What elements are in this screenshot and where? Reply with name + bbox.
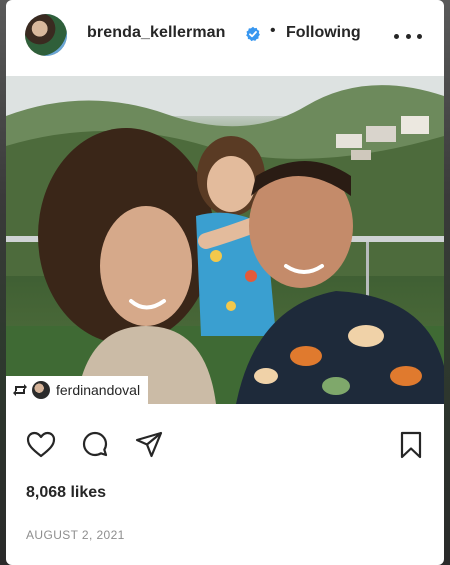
profile-avatar[interactable] [25,14,67,56]
repost-attribution[interactable]: ferdinandoval [6,376,149,404]
heart-icon[interactable] [26,430,56,460]
original-user-avatar [32,381,50,399]
post-photo[interactable] [6,76,444,404]
comment-icon[interactable] [80,430,110,460]
repost-icon [13,384,27,396]
photo-illustration [6,76,444,404]
separator-dot: • [270,22,276,39]
post-date[interactable]: AUGUST 2, 2021 [26,528,125,542]
post-actions [6,420,444,466]
verified-badge-icon [246,26,260,42]
post-card: brenda_kellerman • Following ferdinandov… [6,0,444,565]
send-icon[interactable] [134,430,164,460]
following-button[interactable]: Following [286,24,361,42]
post-header: brenda_kellerman • Following [6,0,444,75]
bookmark-icon[interactable] [396,430,426,460]
avatar-image [25,14,67,56]
username-link[interactable]: brenda_kellerman [87,24,226,42]
likes-count[interactable]: 8,068 likes [26,484,106,502]
original-user-name[interactable]: ferdinandoval [56,382,140,398]
more-options-icon[interactable] [394,26,422,46]
